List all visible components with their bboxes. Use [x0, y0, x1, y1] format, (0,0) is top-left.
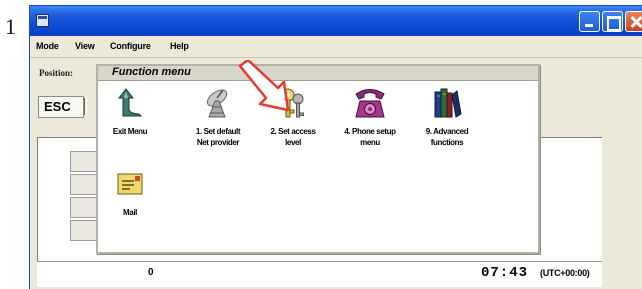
- phone-setup-item[interactable]: 4. Phone setup menu: [338, 86, 402, 158]
- exit-menu-item[interactable]: Exit Menu: [98, 86, 162, 158]
- pointer-arrow-icon: [238, 60, 290, 112]
- menu-bar: Mode View Configure Help: [30, 36, 642, 58]
- exit-arrow-icon: [117, 88, 143, 117]
- minimize-button[interactable]: [579, 11, 600, 32]
- mail-item[interactable]: Mail: [98, 167, 162, 239]
- function-menu-title: Function menu: [112, 66, 191, 78]
- advanced-functions-label: 9. Advanced functions: [425, 127, 469, 147]
- mail-label: Mail: [123, 208, 137, 217]
- menu-help[interactable]: Help: [170, 41, 189, 51]
- phone-setup-label: 4. Phone setup menu: [344, 127, 396, 147]
- function-menu: Function menu Exit Menu 1. Set default N…: [96, 64, 540, 254]
- mail-icon: [117, 173, 143, 195]
- status-time: 07:43: [481, 265, 529, 281]
- step-number: 1: [5, 14, 16, 39]
- position-label: Position:: [39, 68, 74, 78]
- telephone-icon: [355, 89, 385, 118]
- exit-menu-label: Exit Menu: [112, 127, 148, 136]
- maximize-button[interactable]: [602, 11, 623, 32]
- menu-view[interactable]: View: [75, 41, 95, 51]
- status-bar: 0 07:43 (UTC+00:00): [37, 261, 602, 287]
- menu-configure[interactable]: Configure: [110, 41, 151, 51]
- menu-mode[interactable]: Mode: [36, 41, 59, 51]
- close-button[interactable]: [625, 11, 642, 32]
- advanced-functions-item[interactable]: 9. Advanced functions: [415, 86, 479, 158]
- status-timezone: (UTC+00:00): [540, 268, 590, 278]
- toolbar-separator: [84, 98, 87, 115]
- esc-button[interactable]: ESC: [38, 96, 84, 118]
- function-menu-header: Function menu: [98, 66, 538, 81]
- books-icon: [434, 88, 462, 118]
- app-icon: [36, 14, 49, 27]
- set-net-provider-label: 1. Set default Net provider: [195, 127, 241, 147]
- satellite-dish-icon: [206, 89, 228, 118]
- set-access-level-label: 2. Set access level: [270, 127, 316, 147]
- status-counter: 0: [148, 267, 154, 278]
- title-bar[interactable]: [30, 6, 642, 36]
